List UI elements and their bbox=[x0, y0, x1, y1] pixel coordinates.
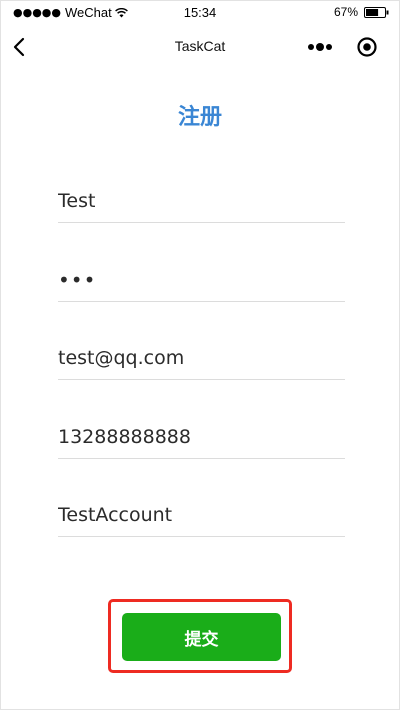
account-field[interactable] bbox=[58, 493, 345, 537]
nav-title: TaskCat bbox=[174, 38, 226, 54]
password-field[interactable] bbox=[58, 258, 345, 302]
submit-button[interactable]: 提交 bbox=[122, 613, 281, 661]
page-title: 注册 bbox=[177, 105, 222, 130]
battery-percent: 67% bbox=[333, 5, 358, 19]
target-circle-icon[interactable] bbox=[356, 36, 378, 58]
phone-field[interactable] bbox=[58, 415, 345, 459]
more-dots-icon[interactable] bbox=[307, 41, 333, 53]
email-field[interactable] bbox=[58, 336, 345, 380]
nav-bar: TaskCat bbox=[1, 25, 399, 69]
status-right: 67% bbox=[334, 5, 389, 19]
status-bar: ●●●●● WeChat 15:34 67% bbox=[1, 1, 399, 25]
phone-screen: ●●●●● WeChat 15:34 67% TaskCat 注册 Test •… bbox=[0, 0, 400, 710]
battery-icon bbox=[364, 6, 389, 18]
username-field[interactable] bbox=[58, 179, 345, 223]
